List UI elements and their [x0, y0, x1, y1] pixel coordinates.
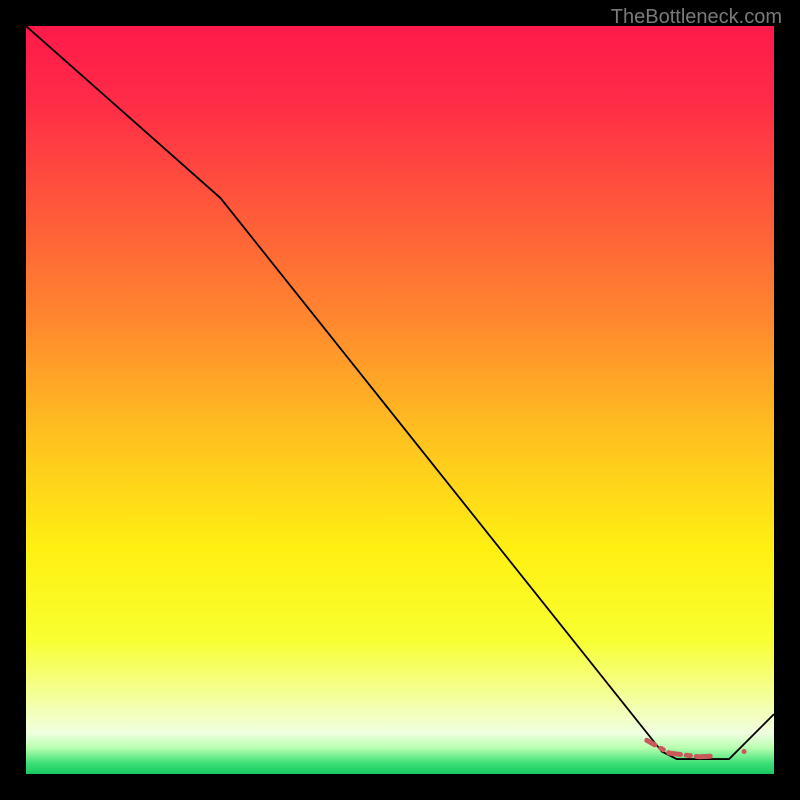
- gradient-background: [26, 26, 774, 774]
- chart-area: [26, 26, 774, 774]
- watermark: TheBottleneck.com: [611, 6, 782, 29]
- chart-svg: [26, 26, 774, 774]
